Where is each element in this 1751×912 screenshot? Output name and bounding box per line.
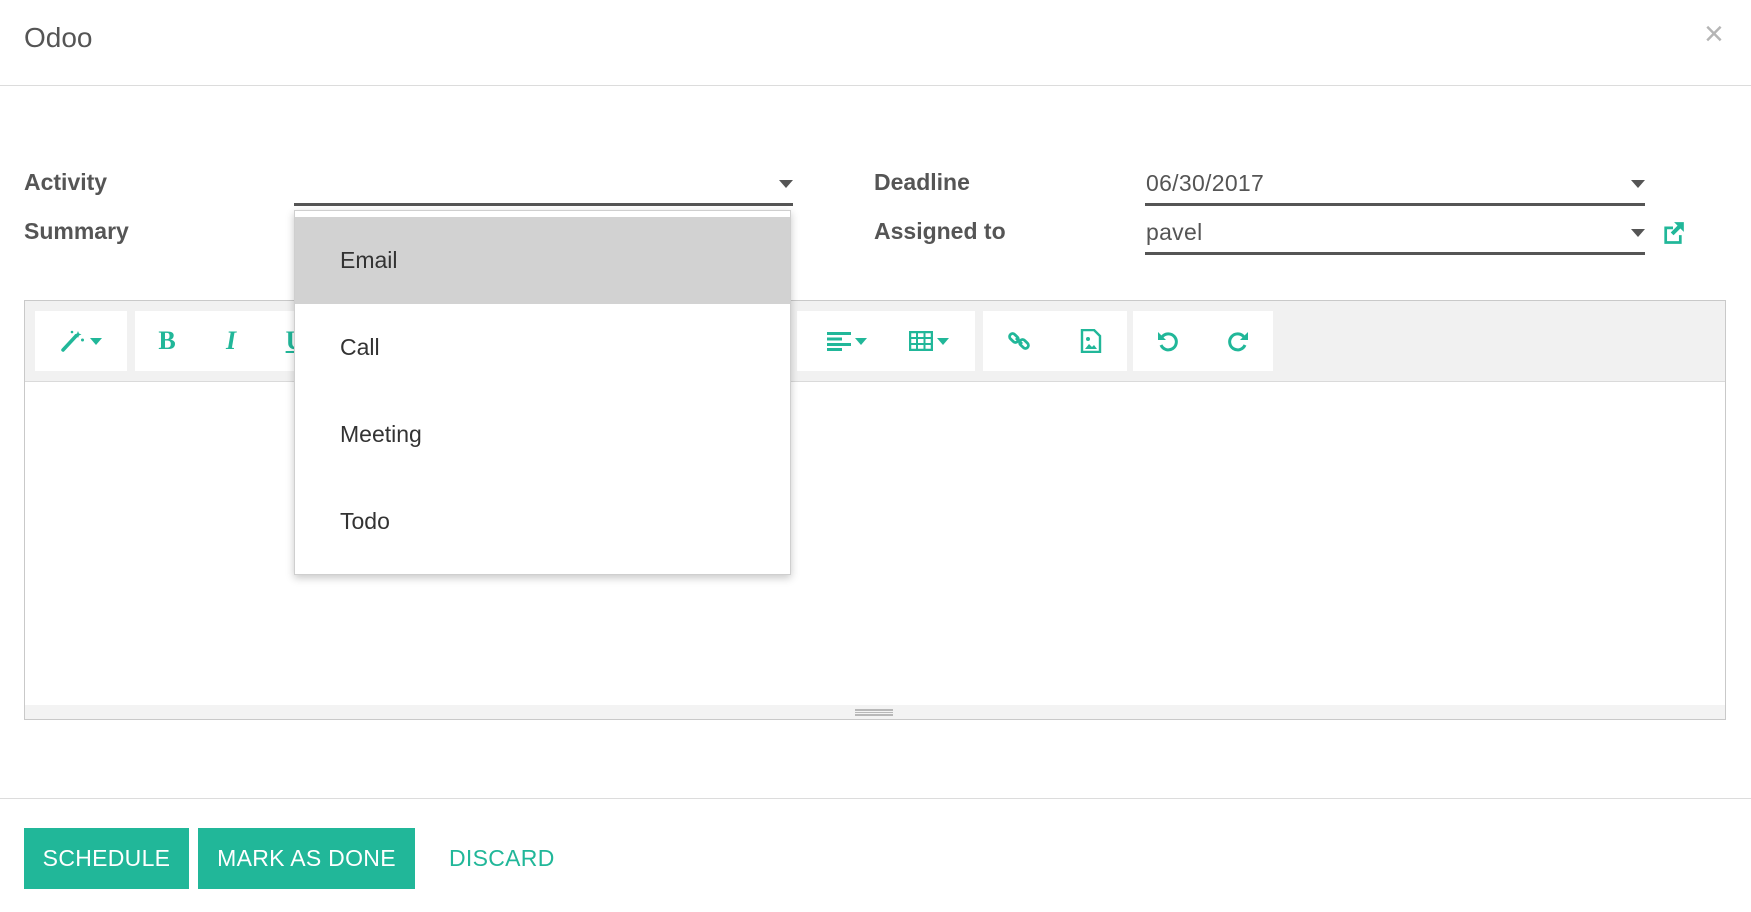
editor-toolbar: B I U [25, 301, 1725, 382]
dropdown-option-call[interactable]: Call [295, 304, 790, 391]
redo-button[interactable] [1203, 311, 1273, 371]
header-divider [0, 85, 1751, 86]
bold-icon: B [158, 326, 176, 355]
external-link-icon[interactable] [1660, 220, 1686, 246]
paragraph-dropdown-button[interactable] [797, 311, 897, 371]
style-group [35, 311, 127, 371]
chevron-down-icon[interactable] [1631, 180, 1645, 188]
assigned-to-value: pavel [1146, 219, 1203, 245]
style-dropdown-button[interactable] [35, 311, 127, 371]
editor-statusbar [25, 705, 1725, 719]
picture-icon [1080, 329, 1102, 353]
chevron-down-icon [937, 337, 949, 345]
chevron-down-icon[interactable] [779, 180, 793, 188]
undo-icon [1158, 332, 1178, 352]
footer-divider [0, 798, 1751, 799]
deadline-value: 06/30/2017 [1146, 170, 1265, 196]
deadline-field[interactable]: 06/30/2017 [1145, 160, 1645, 206]
table-group [883, 311, 975, 371]
resize-handle-icon[interactable] [855, 709, 893, 716]
assigned-to-label: Assigned to [874, 218, 1006, 244]
activity-select[interactable] [294, 160, 793, 206]
assigned-to-select[interactable]: pavel [1145, 209, 1645, 255]
mark-as-done-button[interactable]: MARK AS DONE [198, 828, 415, 889]
activity-dropdown: Email Call Meeting Todo [294, 210, 791, 575]
dialog-title: Odoo [24, 22, 93, 53]
italic-button[interactable]: I [199, 311, 263, 371]
discard-button[interactable]: DISCARD [449, 828, 555, 889]
insert-group [983, 311, 1127, 371]
undo-button[interactable] [1133, 311, 1203, 371]
magic-wand-icon [61, 330, 84, 352]
chevron-down-icon [90, 337, 102, 345]
history-group [1133, 311, 1273, 371]
link-icon [1008, 332, 1030, 350]
note-editor[interactable]: B I U [24, 300, 1726, 720]
dropdown-option-todo[interactable]: Todo [295, 478, 790, 565]
align-left-icon [827, 332, 851, 351]
table-dropdown-button[interactable] [883, 311, 975, 371]
close-icon[interactable]: × [1704, 14, 1724, 54]
paragraph-group [797, 311, 897, 371]
schedule-button[interactable]: SCHEDULE [24, 828, 189, 889]
redo-icon [1228, 332, 1248, 352]
activity-label: Activity [24, 169, 108, 195]
bold-button[interactable]: B [135, 311, 199, 371]
summary-label: Summary [24, 218, 129, 244]
chevron-down-icon[interactable] [1631, 229, 1645, 237]
dropdown-option-email[interactable]: Email [295, 217, 790, 304]
dropdown-option-meeting[interactable]: Meeting [295, 391, 790, 478]
link-button[interactable] [983, 311, 1055, 371]
table-icon [909, 331, 933, 351]
italic-icon: I [225, 326, 237, 355]
image-button[interactable] [1055, 311, 1127, 371]
deadline-label: Deadline [874, 169, 970, 195]
chevron-down-icon [855, 337, 867, 345]
